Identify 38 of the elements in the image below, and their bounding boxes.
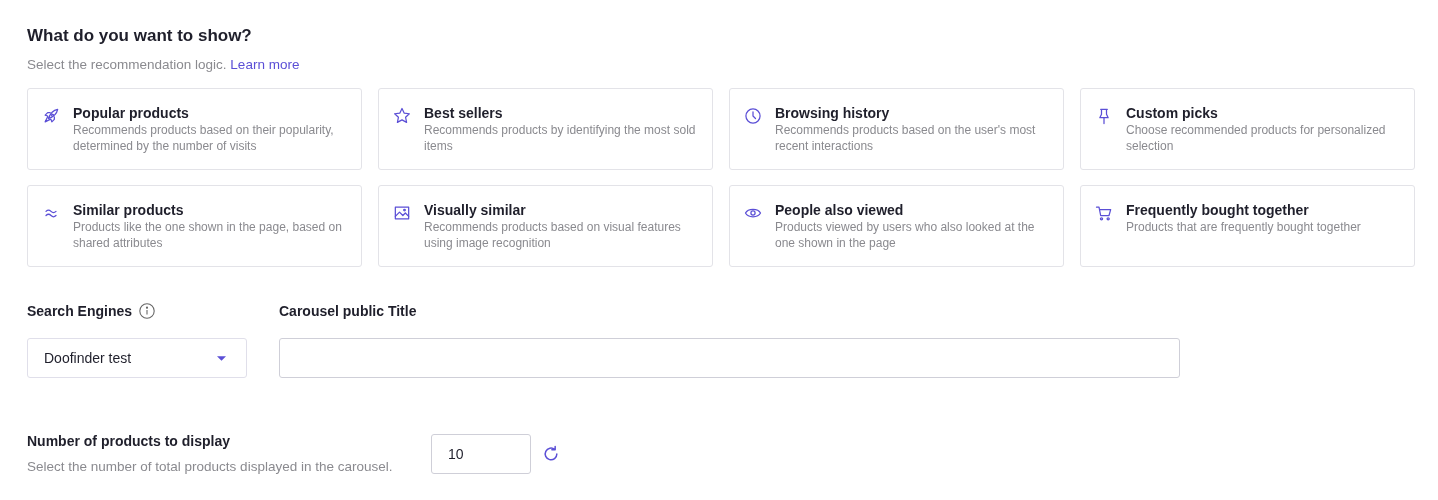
info-icon[interactable] xyxy=(138,302,157,320)
option-description: Recommends products based on their popularity, determined by the number of visits xyxy=(73,122,335,154)
star-icon xyxy=(392,106,412,126)
option-card[interactable]: Visually similar Recommends products based on visual features using image recognition xyxy=(378,185,713,267)
option-card[interactable]: Frequently bought together Products that are frequently bought together xyxy=(1080,185,1415,267)
carousel-title-field[interactable] xyxy=(279,338,1180,378)
option-title: Browsing history xyxy=(775,105,891,121)
section-heading: What do you want to show? xyxy=(27,26,253,46)
option-description: Products that are frequently bought together xyxy=(1126,219,1361,235)
option-title: Visually similar xyxy=(424,202,527,218)
option-card[interactable]: Browsing history Recommends products based on the user's most recent interactions xyxy=(729,88,1064,170)
option-card[interactable]: People also viewed Products viewed by users who also looked at the one shown in the page xyxy=(729,185,1064,267)
section-subtitle: Select the recommendation logic. Learn more xyxy=(27,57,301,72)
field-label: Search Engines xyxy=(27,303,133,319)
option-description: Recommends products based on visual features using image recognition xyxy=(424,219,682,251)
option-title: Similar products xyxy=(73,202,185,218)
field-hint: Select the number of total products displayed in the carousel. xyxy=(27,459,394,474)
caret-icon xyxy=(217,355,226,361)
field-label: Number of products to display xyxy=(27,433,231,449)
option-card[interactable]: Best sellers Recommends products by identifying the most sold items xyxy=(378,88,713,170)
option-card[interactable]: Custom picks Choose recommended products for personalized selection xyxy=(1080,88,1415,170)
learn-more-link[interactable]: Learn more xyxy=(230,57,300,72)
option-title: Frequently bought together xyxy=(1126,202,1310,218)
option-description: Products like the one shown in the page, based on shared attributes xyxy=(73,219,343,251)
option-title: Best sellers xyxy=(424,105,504,121)
product-count-field[interactable]: 10 xyxy=(431,433,531,474)
option-card[interactable]: Popular products Recommends products based on their popularity, determined by the number of visits xyxy=(27,88,362,170)
option-title: People also viewed xyxy=(775,202,905,218)
option-description: Products viewed by users who also looked at the one shown in the page xyxy=(775,219,1036,251)
option-description: Recommends products based on the user's most recent interactions xyxy=(775,122,1037,154)
option-description: Recommends products by identifying the most sold items xyxy=(424,122,697,154)
option-title: Custom picks xyxy=(1126,105,1219,121)
option-title: Popular products xyxy=(73,105,190,121)
field-label: Carousel public Title xyxy=(279,303,417,319)
search-engine-dropdown[interactable]: Doofinder test xyxy=(27,338,247,378)
option-card[interactable]: Similar products Products like the one shown in the page, based on shared attributes xyxy=(27,185,362,267)
option-description: Choose recommended products for personalized selection xyxy=(1126,122,1387,154)
clock-icon xyxy=(743,106,763,126)
